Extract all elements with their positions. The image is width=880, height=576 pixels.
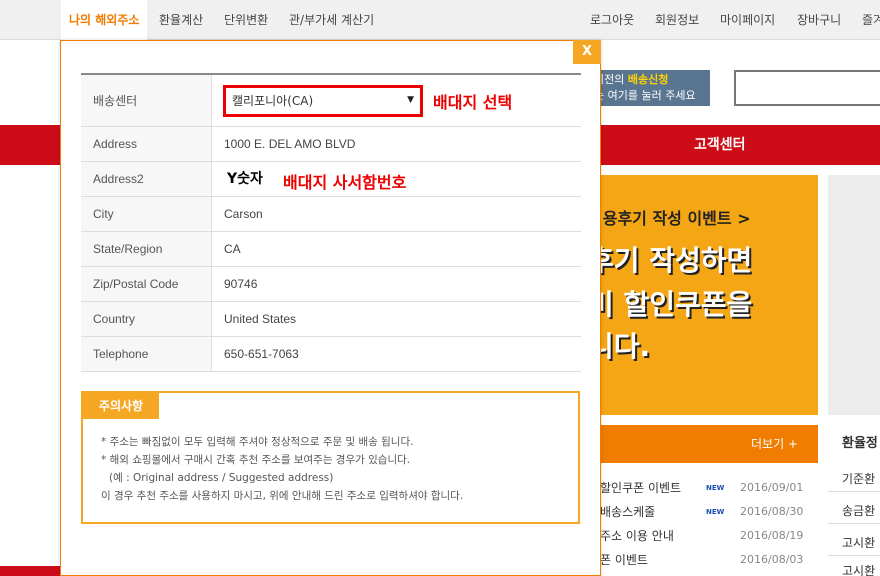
top-nav: 나의 해외주소 환율계산 단위변환 관/부가세 계산기 로그아웃 회원정보 마이… bbox=[0, 0, 880, 40]
news-date: 2016/09/01 bbox=[740, 481, 804, 494]
nav-tax-calc[interactable]: 관/부가세 계산기 bbox=[289, 0, 374, 40]
selected-value: 캘리포니아(CA) bbox=[232, 94, 314, 108]
field-label: 배송센터 bbox=[81, 75, 212, 126]
caution-text: * 주소는 빠짐없이 모두 입력해 주셔야 정상적으로 주문 및 배송 됩니다.… bbox=[101, 433, 463, 505]
nav-exchange-calc[interactable]: 환율계산 bbox=[159, 0, 203, 40]
prev-order-highlight: 배송신청 bbox=[627, 73, 669, 86]
banner-title: 이용후기 작성 이벤트 > bbox=[588, 209, 751, 228]
caution-line: * 해외 쇼핑몰에서 구매시 간혹 추천 주소를 보여주는 경우가 있습니다. bbox=[101, 454, 411, 466]
field-label: Address2 bbox=[81, 162, 212, 196]
exchange-rate-title: 환율정 bbox=[842, 436, 878, 451]
field-value: CA bbox=[224, 242, 241, 256]
row-address2: Address2 Y숫자 배대지 사서함번호 bbox=[81, 162, 581, 197]
field-label: Telephone bbox=[81, 337, 212, 371]
banner-text-1: 후기 작성하면 bbox=[588, 244, 753, 277]
notice-header: 더보기 + bbox=[588, 425, 818, 463]
row-telephone: Telephone 650-651-7063 bbox=[81, 337, 581, 372]
field-value: 1000 E. DEL AMO BLVD bbox=[224, 137, 356, 151]
field-label: State/Region bbox=[81, 232, 212, 266]
field-label: Zip/Postal Code bbox=[81, 267, 212, 301]
field-label: Country bbox=[81, 302, 212, 336]
field-value: 90746 bbox=[224, 277, 258, 291]
rate-item[interactable]: 고시환 bbox=[828, 530, 880, 556]
news-title: 배송스케줄 bbox=[600, 505, 656, 519]
row-zip: Zip/Postal Code 90746 bbox=[81, 267, 581, 302]
rate-item[interactable]: 송금환 bbox=[828, 498, 880, 524]
nav-mypage[interactable]: 마이페이지 bbox=[720, 0, 775, 40]
field-value: 650-651-7063 bbox=[224, 347, 299, 361]
news-title: 주소 이용 안내 bbox=[600, 529, 674, 543]
news-date: 2016/08/30 bbox=[740, 505, 804, 518]
caution-title: 주의사항 bbox=[83, 393, 159, 419]
news-item[interactable]: 주소 이용 안내 2016/08/19 bbox=[600, 524, 820, 548]
nav-unit-convert[interactable]: 단위변환 bbox=[224, 0, 268, 40]
new-badge: NEW bbox=[706, 508, 725, 516]
nav-cart[interactable]: 장바구니 bbox=[797, 0, 841, 40]
address-modal: X 배송센터 캘리포니아(CA) ▼ 배대지 선택 Address 1000 E… bbox=[60, 40, 601, 576]
banner-text-2: 비 할인쿠폰을 bbox=[588, 288, 753, 321]
news-date: 2016/08/19 bbox=[740, 529, 804, 542]
row-address: Address 1000 E. DEL AMO BLVD bbox=[81, 127, 581, 162]
field-value: Y숫자 bbox=[227, 171, 263, 187]
nav-member-info[interactable]: 회원정보 bbox=[655, 0, 699, 40]
news-title: 할인쿠폰 이벤트 bbox=[600, 481, 682, 495]
new-badge: NEW bbox=[706, 484, 725, 492]
rate-item[interactable]: 기준환 bbox=[828, 466, 880, 492]
news-item[interactable]: 할인쿠폰 이벤트 NEW 2016/09/01 bbox=[600, 476, 820, 500]
search-input[interactable] bbox=[734, 70, 880, 106]
caution-box: 주의사항 * 주소는 빠짐없이 모두 입력해 주셔야 정상적으로 주문 및 배송… bbox=[81, 391, 580, 524]
caret-down-icon: ▼ bbox=[407, 95, 414, 105]
side-banner bbox=[828, 175, 880, 415]
select-annotation: 배대지 선택 bbox=[433, 93, 513, 112]
address-table: 배송센터 캘리포니아(CA) ▼ 배대지 선택 Address 1000 E. … bbox=[81, 73, 581, 372]
close-button[interactable]: X bbox=[573, 40, 601, 64]
caution-line: (예 : Original address / Suggested addres… bbox=[109, 472, 334, 484]
row-state: State/Region CA bbox=[81, 232, 581, 267]
field-label: Address bbox=[81, 127, 212, 161]
nav-my-overseas-address[interactable]: 나의 해외주소 bbox=[61, 0, 148, 40]
news-title: 폰 이벤트 bbox=[600, 553, 648, 567]
row-shipping-center: 배송센터 캘리포니아(CA) ▼ 배대지 선택 bbox=[81, 75, 581, 127]
caution-line: * 주소는 빠짐없이 모두 입력해 주셔야 정상적으로 주문 및 배송 됩니다. bbox=[101, 436, 414, 448]
customer-center-link[interactable]: 고객센터 bbox=[694, 125, 746, 165]
pobox-annotation: 배대지 사서함번호 bbox=[283, 173, 407, 192]
field-value: Carson bbox=[224, 207, 263, 221]
field-label: City bbox=[81, 197, 212, 231]
previous-order-button[interactable]: 이전의 배송신청 는 여기를 눌러 주세요 bbox=[588, 70, 710, 106]
shipping-center-select[interactable]: 캘리포니아(CA) ▼ bbox=[223, 85, 423, 117]
row-country: Country United States bbox=[81, 302, 581, 337]
nav-logout[interactable]: 로그아웃 bbox=[590, 0, 634, 40]
field-value: United States bbox=[224, 312, 297, 326]
prev-order-text-2: 는 여기를 눌러 주세요 bbox=[594, 89, 696, 102]
caution-line: 이 경우 추천 주소를 사용하지 마시고, 위에 안내해 드린 주소로 입력하셔… bbox=[101, 490, 464, 502]
news-item[interactable]: 배송스케줄 NEW 2016/08/30 bbox=[600, 500, 820, 524]
event-banner[interactable]: 이용후기 작성 이벤트 > 후기 작성하면 비 할인쿠폰을 니다. bbox=[588, 175, 818, 415]
more-link[interactable]: 더보기 + bbox=[751, 425, 798, 463]
row-city: City Carson bbox=[81, 197, 581, 232]
nav-favorites[interactable]: 즐겨 bbox=[862, 0, 880, 40]
